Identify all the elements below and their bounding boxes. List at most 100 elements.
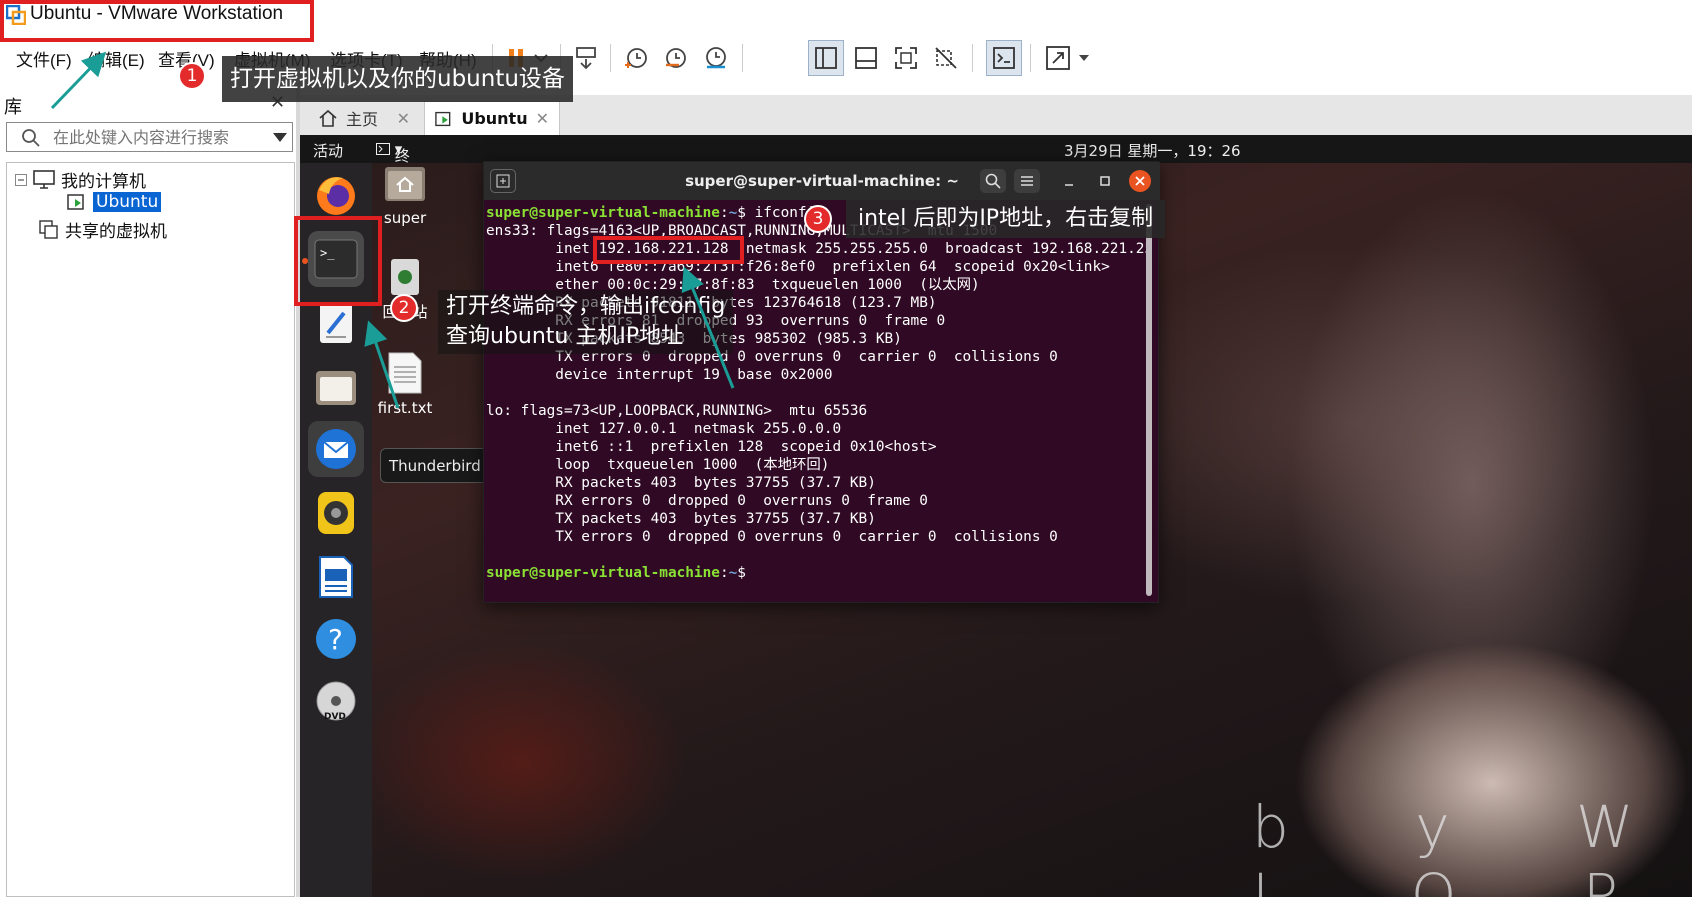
- minimize-icon: [1065, 184, 1073, 186]
- step1-badge: 1: [178, 62, 206, 90]
- desktop-icon-first-txt[interactable]: first.txt: [365, 351, 445, 417]
- terminal-line: loop txqueuelen 1000 (本地环回): [486, 457, 830, 473]
- step2-badge: 2: [390, 294, 418, 322]
- search-icon: [985, 173, 1001, 189]
- terminal-small-icon: [376, 143, 390, 155]
- revert-snapshot-button[interactable]: [658, 40, 694, 76]
- thunderbird-icon: [316, 429, 356, 469]
- terminal-output[interactable]: super@super-virtual-machine:~$ ifconfig e…: [486, 204, 1146, 600]
- show-library-button[interactable]: [808, 40, 844, 76]
- tab-home-close-icon[interactable]: ✕: [397, 109, 410, 128]
- app-menu-terminal[interactable]: 终端 ▾: [376, 140, 410, 186]
- terminal-line: inet6 fe80::7a69:2f3f:f26:8ef0 prefixlen…: [486, 259, 1110, 275]
- unity-mode-button[interactable]: [928, 40, 964, 76]
- library-search-input[interactable]: [53, 127, 253, 147]
- help-icon: ?: [316, 619, 356, 659]
- desktop-icon-first-txt-label: first.txt: [377, 399, 433, 417]
- svg-text:DVD: DVD: [324, 712, 346, 722]
- terminal-line: inet6 ::1 prefixlen 128 scopeid 0x10<hos…: [486, 439, 937, 455]
- tree-item-ubuntu[interactable]: Ubuntu: [67, 192, 162, 212]
- console-view-button[interactable]: [986, 40, 1022, 76]
- ip-address-highlight-box: [593, 236, 744, 264]
- tree-label-shared: 共享的虚拟机: [65, 222, 167, 242]
- send-ctrl-alt-del-button[interactable]: [568, 40, 604, 76]
- terminal-output-lines: ens33: flags=4163<UP,BROADCAST,RUNNING,M…: [486, 222, 1146, 564]
- terminal-scrollbar[interactable]: [1146, 204, 1152, 596]
- stretch-view-button[interactable]: [1042, 40, 1098, 76]
- dock-firefox[interactable]: [308, 167, 364, 223]
- tab-home-label: 主页: [346, 110, 379, 129]
- home-folder-icon: [385, 167, 425, 201]
- folder-icon: [316, 371, 356, 405]
- home-icon: [319, 109, 337, 127]
- toolbar-separator: [610, 44, 611, 72]
- dvd-icon: DVD: [316, 681, 356, 722]
- fullscreen-icon: [895, 47, 917, 69]
- chevron-down-icon[interactable]: [273, 133, 287, 142]
- terminal-header-bar: super@super-virtual-machine: ~: [484, 162, 1160, 200]
- tab-home[interactable]: 主页 ✕: [308, 101, 420, 135]
- clock-manage-icon: [706, 47, 726, 69]
- vm-running-icon: [435, 111, 451, 126]
- terminal-dock-highlight-box: [294, 216, 382, 306]
- step3-badge: 3: [804, 205, 832, 233]
- firefox-icon: [317, 177, 355, 215]
- dock-rhythmbox[interactable]: [308, 485, 364, 541]
- terminal-console-icon: [993, 47, 1015, 69]
- close-icon: [1135, 176, 1145, 186]
- terminal-menu-button[interactable]: [1014, 169, 1040, 193]
- full-screen-button[interactable]: [888, 40, 924, 76]
- menu-file[interactable]: 文件(F): [16, 46, 72, 71]
- menu-edit[interactable]: 编辑(E): [88, 46, 145, 71]
- hamburger-menu-icon: [1021, 176, 1033, 186]
- snapshot-manager-button[interactable]: [698, 40, 734, 76]
- dock-files[interactable]: [308, 359, 364, 415]
- snapshot-button[interactable]: [618, 40, 654, 76]
- toolbar-separator: [742, 44, 743, 72]
- thumbnail-bar-button[interactable]: [848, 40, 884, 76]
- keyboard-send-icon: [576, 47, 596, 70]
- title-highlight-box: [0, 0, 314, 42]
- step2-line1: 打开终端命令，输出ifconfig: [446, 294, 726, 319]
- tab-ubuntu[interactable]: Ubuntu ✕: [424, 101, 560, 135]
- terminal-line: device interrupt 19 base 0x2000: [486, 367, 833, 383]
- maximize-button[interactable]: [1092, 169, 1118, 193]
- document-writer-icon: [319, 556, 353, 598]
- tree-item-my-computer[interactable]: 我的计算机: [15, 167, 146, 192]
- terminal-line: RX packets 403 bytes 37755 (37.7 KB): [486, 475, 876, 491]
- clock[interactable]: 3月29日 星期一，19：26: [1064, 140, 1241, 161]
- step3-callout: intel 后即为IP地址，右击复制: [846, 200, 1166, 238]
- terminal-line: inet 127.0.0.1 netmask 255.0.0.0: [486, 421, 842, 437]
- activities-button[interactable]: 活动: [313, 140, 343, 161]
- terminal-line: TX packets 403 bytes 37755 (37.7 KB): [486, 511, 876, 527]
- close-button[interactable]: [1129, 170, 1151, 192]
- dock-libreoffice-writer[interactable]: [308, 549, 364, 605]
- stretch-icon: [1046, 46, 1089, 70]
- library-search-box: [6, 122, 293, 152]
- tree-label-my-computer: 我的计算机: [61, 172, 146, 192]
- dock-thunderbird[interactable]: [308, 421, 364, 477]
- speaker-icon: [318, 492, 354, 534]
- gnome-top-bar: 活动 终端 ▾ 3月29日 星期一，19：26: [300, 135, 1692, 186]
- library-tree: 我的计算机 Ubuntu 共享的虚拟机: [6, 162, 295, 897]
- step2-line2: 查询ubuntu 主机IP地址: [446, 324, 684, 349]
- tree-item-shared-vms[interactable]: 共享的虚拟机: [39, 217, 167, 242]
- dock-help[interactable]: ?: [308, 611, 364, 667]
- text-editor-icon: [320, 303, 352, 343]
- collapse-toggle-icon[interactable]: [15, 173, 27, 186]
- tab-ubuntu-close-icon[interactable]: ✕: [536, 109, 549, 128]
- vmware-workstation-window: Ubuntu - VMware Workstation 文件(F) 编辑(E) …: [0, 0, 1692, 897]
- sidebar-layout-icon: [815, 47, 837, 69]
- unity-off-icon: [935, 47, 957, 69]
- terminal-prompt-line: super@super-virtual-machine:~$: [486, 565, 755, 581]
- tree-label-ubuntu: Ubuntu: [93, 192, 162, 212]
- wallpaper-signature: b y W L O P: [1252, 793, 1688, 897]
- dock-dvd[interactable]: DVD: [308, 673, 364, 729]
- text-file-icon: [388, 352, 422, 394]
- library-title: 库: [4, 97, 22, 118]
- toolbar-separator: [972, 44, 973, 72]
- vm-console[interactable]: 活动 终端 ▾ 3月29日 星期一，19：26 b y W L O P >_: [300, 135, 1692, 897]
- terminal-line: inet 192.168.221.128 netmask 255.255.255…: [486, 241, 1146, 257]
- minimize-button[interactable]: [1056, 169, 1082, 193]
- terminal-search-button[interactable]: [980, 169, 1006, 193]
